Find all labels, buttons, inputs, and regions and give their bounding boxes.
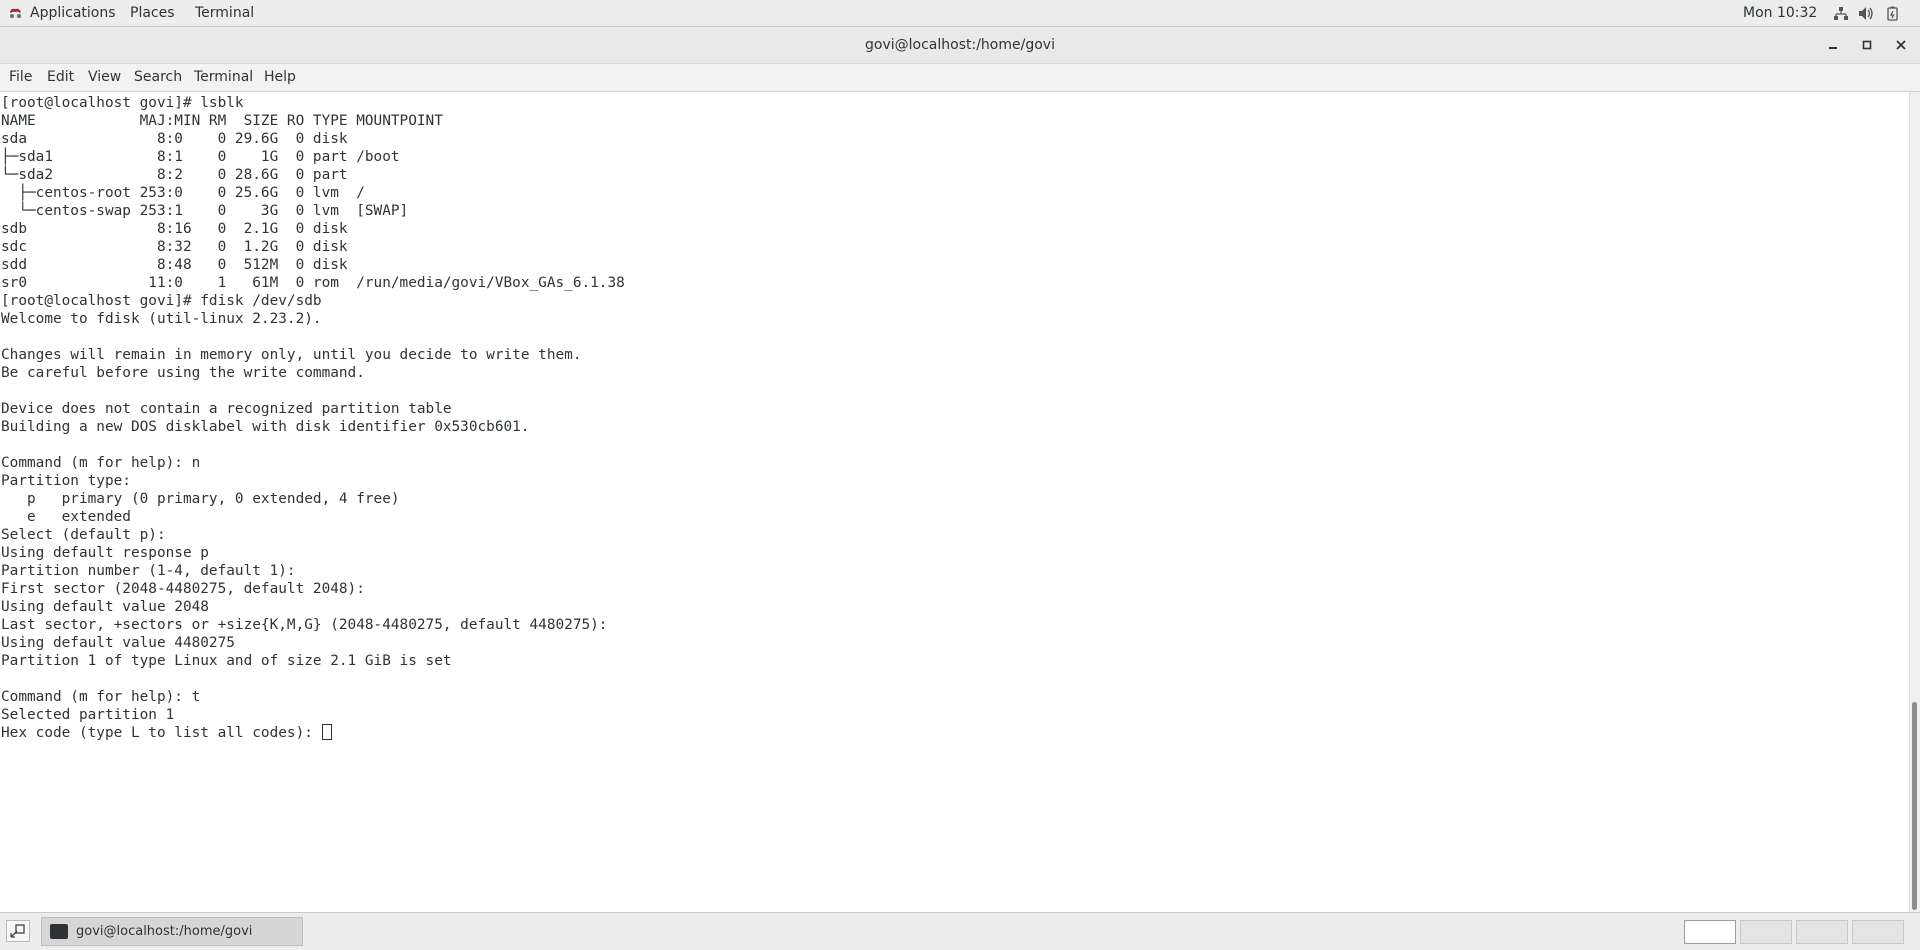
maximize-icon[interactable] xyxy=(1858,36,1876,54)
places-menu[interactable]: Places xyxy=(130,0,175,26)
terminal-output-block: [root@localhost govi]# lsblk NAME MAJ:MI… xyxy=(1,94,625,742)
volume-icon[interactable] xyxy=(1858,6,1875,21)
terminal-app-menu[interactable]: Terminal xyxy=(195,0,254,26)
minimize-icon[interactable] xyxy=(1824,36,1842,54)
window-title: govi@localhost:/home/govi xyxy=(865,37,1055,53)
taskbar-window-button[interactable]: govi@localhost:/home/govi xyxy=(41,917,303,946)
close-icon[interactable] xyxy=(1892,36,1910,54)
menu-terminal[interactable]: Terminal xyxy=(194,64,253,91)
menu-edit[interactable]: Edit xyxy=(47,64,74,91)
menu-help[interactable]: Help xyxy=(264,64,296,91)
power-icon[interactable] xyxy=(1886,6,1899,21)
workspace-2[interactable] xyxy=(1740,920,1792,944)
show-desktop-icon xyxy=(10,924,25,938)
menu-view[interactable]: View xyxy=(88,64,121,91)
clock[interactable]: Mon 10:32 xyxy=(1743,0,1817,26)
terminal-output: [root@localhost govi]# lsblk NAME MAJ:MI… xyxy=(1,95,625,723)
top-panel: Applications Places Terminal Mon 10:32 xyxy=(0,0,1920,27)
terminal-area[interactable]: [root@localhost govi]# lsblk NAME MAJ:MI… xyxy=(0,92,1909,912)
terminal-icon xyxy=(50,924,68,939)
network-icon[interactable] xyxy=(1833,6,1849,21)
workspace-1[interactable] xyxy=(1684,920,1736,944)
scrollbar[interactable] xyxy=(1909,92,1920,912)
menu-file[interactable]: File xyxy=(9,64,32,91)
applications-menu[interactable]: Applications xyxy=(30,0,116,26)
show-desktop-button[interactable] xyxy=(6,920,30,942)
bottom-panel: govi@localhost:/home/govi xyxy=(0,912,1920,950)
taskbar-window-label: govi@localhost:/home/govi xyxy=(76,924,253,939)
applications-icon xyxy=(10,8,21,18)
window-titlebar[interactable]: govi@localhost:/home/govi xyxy=(0,27,1920,64)
menubar: File Edit View Search Terminal Help xyxy=(0,64,1920,92)
terminal-prompt: Hex code (type L to list all codes): xyxy=(1,725,322,741)
text-cursor xyxy=(321,724,332,740)
workspace-3[interactable] xyxy=(1796,920,1848,944)
menu-search[interactable]: Search xyxy=(134,64,182,91)
workspace-4[interactable] xyxy=(1852,920,1904,944)
scrollbar-thumb[interactable] xyxy=(1912,702,1917,910)
